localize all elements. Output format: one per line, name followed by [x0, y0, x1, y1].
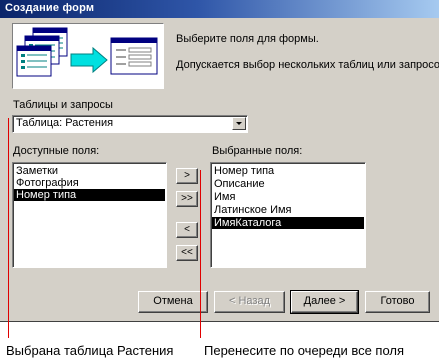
form-wizard-dialog: Создание форм Выберите поля для формы. Д… — [0, 0, 439, 322]
wizard-illustration — [12, 23, 164, 89]
list-item[interactable]: Описание — [212, 178, 364, 190]
available-fields-label: Доступные поля: — [13, 145, 100, 157]
cancel-button[interactable]: Отмена — [138, 291, 208, 313]
selected-fields-label: Выбранные поля: — [212, 145, 303, 157]
tables-to-form-icon — [16, 27, 158, 77]
remove-all-fields-button[interactable]: << — [176, 245, 198, 261]
tables-queries-value: Таблица: Растения — [16, 117, 114, 129]
arrow-right-icon — [70, 46, 108, 74]
screenshot-stage: Создание форм Выберите поля для формы. Д… — [0, 0, 439, 362]
title-bar[interactable]: Создание форм — [0, 0, 439, 18]
list-item[interactable]: Номер типа — [14, 189, 165, 201]
annotation-line-left — [8, 118, 9, 338]
source-table-front-icon — [16, 45, 52, 77]
annotation-caption-left: Выбрана таблица Растения — [6, 343, 174, 358]
list-item[interactable]: Заметки — [14, 165, 165, 177]
back-button[interactable]: < Назад — [214, 291, 285, 313]
list-item[interactable]: Фотография — [14, 177, 165, 189]
tables-queries-combobox[interactable]: Таблица: Растения — [12, 115, 248, 133]
next-button[interactable]: Далее > — [290, 290, 359, 314]
remove-one-field-button[interactable]: < — [176, 222, 198, 238]
finish-button[interactable]: Готово — [365, 291, 430, 313]
list-item[interactable]: ИмяКаталога — [212, 217, 364, 229]
add-one-field-button[interactable]: > — [176, 168, 198, 184]
window-title: Создание форм — [5, 2, 95, 14]
list-item[interactable]: Латинское Имя — [212, 204, 364, 216]
add-all-fields-button[interactable]: >> — [176, 191, 198, 207]
combobox-dropdown-button[interactable] — [232, 117, 246, 130]
instruction-line-2: Допускается выбор нескольких таблиц или … — [176, 59, 439, 71]
annotation-line-right — [200, 170, 201, 338]
instruction-line-1: Выберите поля для формы. — [176, 33, 319, 45]
tables-queries-label: Таблицы и запросы — [13, 99, 113, 111]
annotation-caption-right: Перенесите по очереди все поля — [204, 343, 405, 358]
chevron-down-icon — [236, 122, 242, 125]
available-fields-list[interactable]: Заметки Фотография Номер типа — [12, 162, 167, 268]
target-form-icon — [110, 37, 158, 75]
selected-fields-list[interactable]: Номер типа Описание Имя Латинское Имя Им… — [210, 162, 366, 268]
list-item[interactable]: Имя — [212, 191, 364, 203]
list-item[interactable]: Номер типа — [212, 165, 364, 177]
